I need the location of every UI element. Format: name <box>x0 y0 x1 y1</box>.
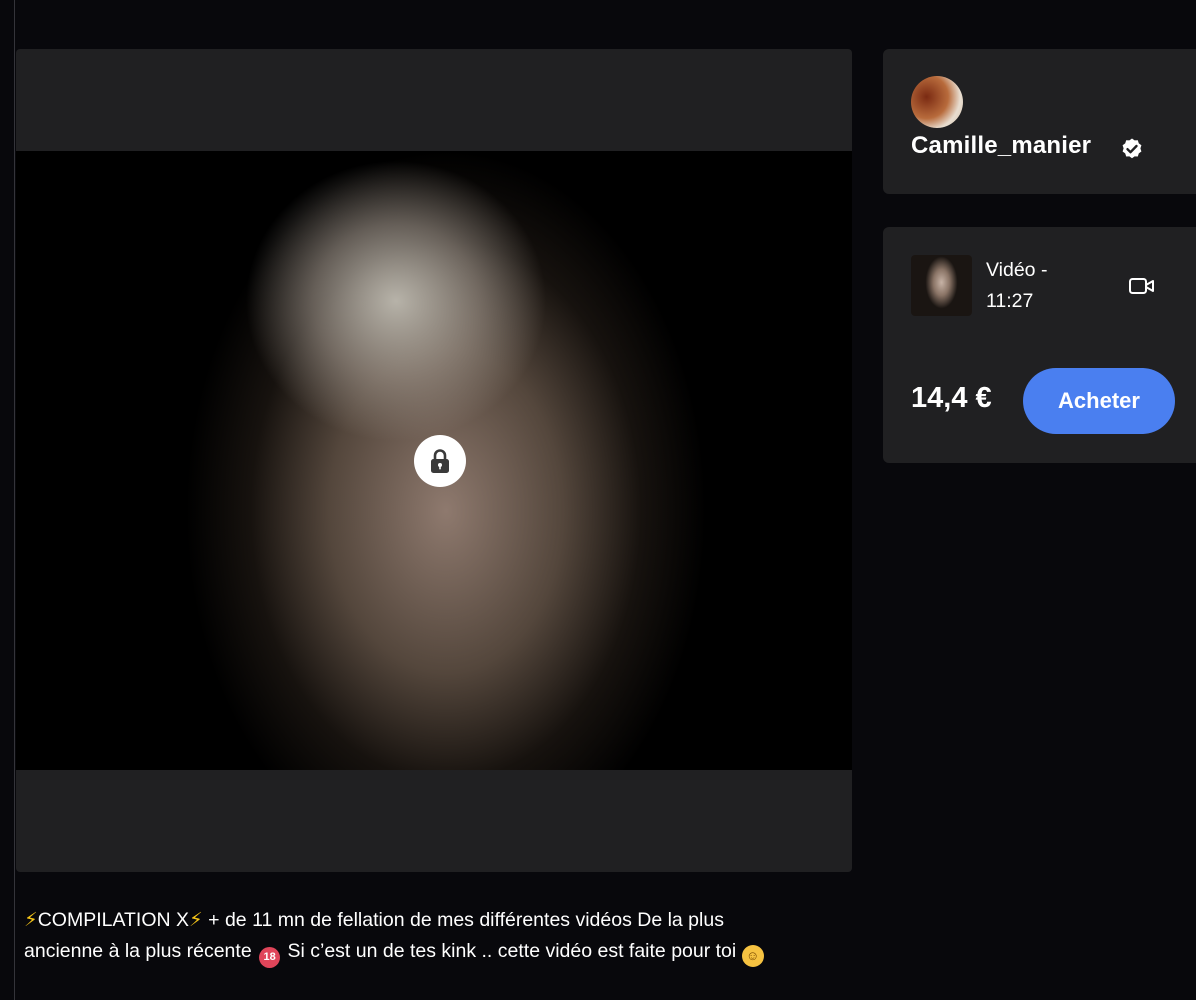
left-divider <box>14 0 15 1000</box>
description-text: Si c’est un de tes kink .. cette vidéo e… <box>282 940 742 962</box>
avatar[interactable] <box>911 76 963 128</box>
adult-18-icon: 18 <box>259 947 281 968</box>
blurred-video-preview[interactable] <box>16 151 852 770</box>
purchase-card: Vidéo - 11:27 14,4 € Acheter <box>883 227 1196 463</box>
lightning-icon: ⚡ <box>189 909 203 931</box>
lightning-icon: ⚡ <box>24 909 38 931</box>
lock-icon[interactable] <box>414 435 466 487</box>
creator-card: Camille_manier <box>883 49 1196 194</box>
price: 14,4 € <box>911 382 992 414</box>
hand-over-mouth-emoji-icon: ☺ <box>741 945 764 967</box>
media-type-label: Vidéo - <box>986 259 1048 281</box>
video-camera-icon <box>1129 278 1154 294</box>
media-info: Vidéo - 11:27 <box>986 255 1096 317</box>
media-duration: 11:27 <box>986 290 1034 312</box>
lock-icon-glyph <box>431 449 449 473</box>
locked-media-card <box>16 49 852 872</box>
video-thumbnail <box>911 255 972 316</box>
verified-badge-icon <box>1122 138 1142 159</box>
post-title: COMPILATION X <box>37 909 190 931</box>
post-description: ⚡COMPILATION X⚡ + de 11 mn de fellation … <box>24 905 794 968</box>
buy-button[interactable]: Acheter <box>1023 368 1175 434</box>
creator-name[interactable]: Camille_manier <box>911 132 1091 160</box>
